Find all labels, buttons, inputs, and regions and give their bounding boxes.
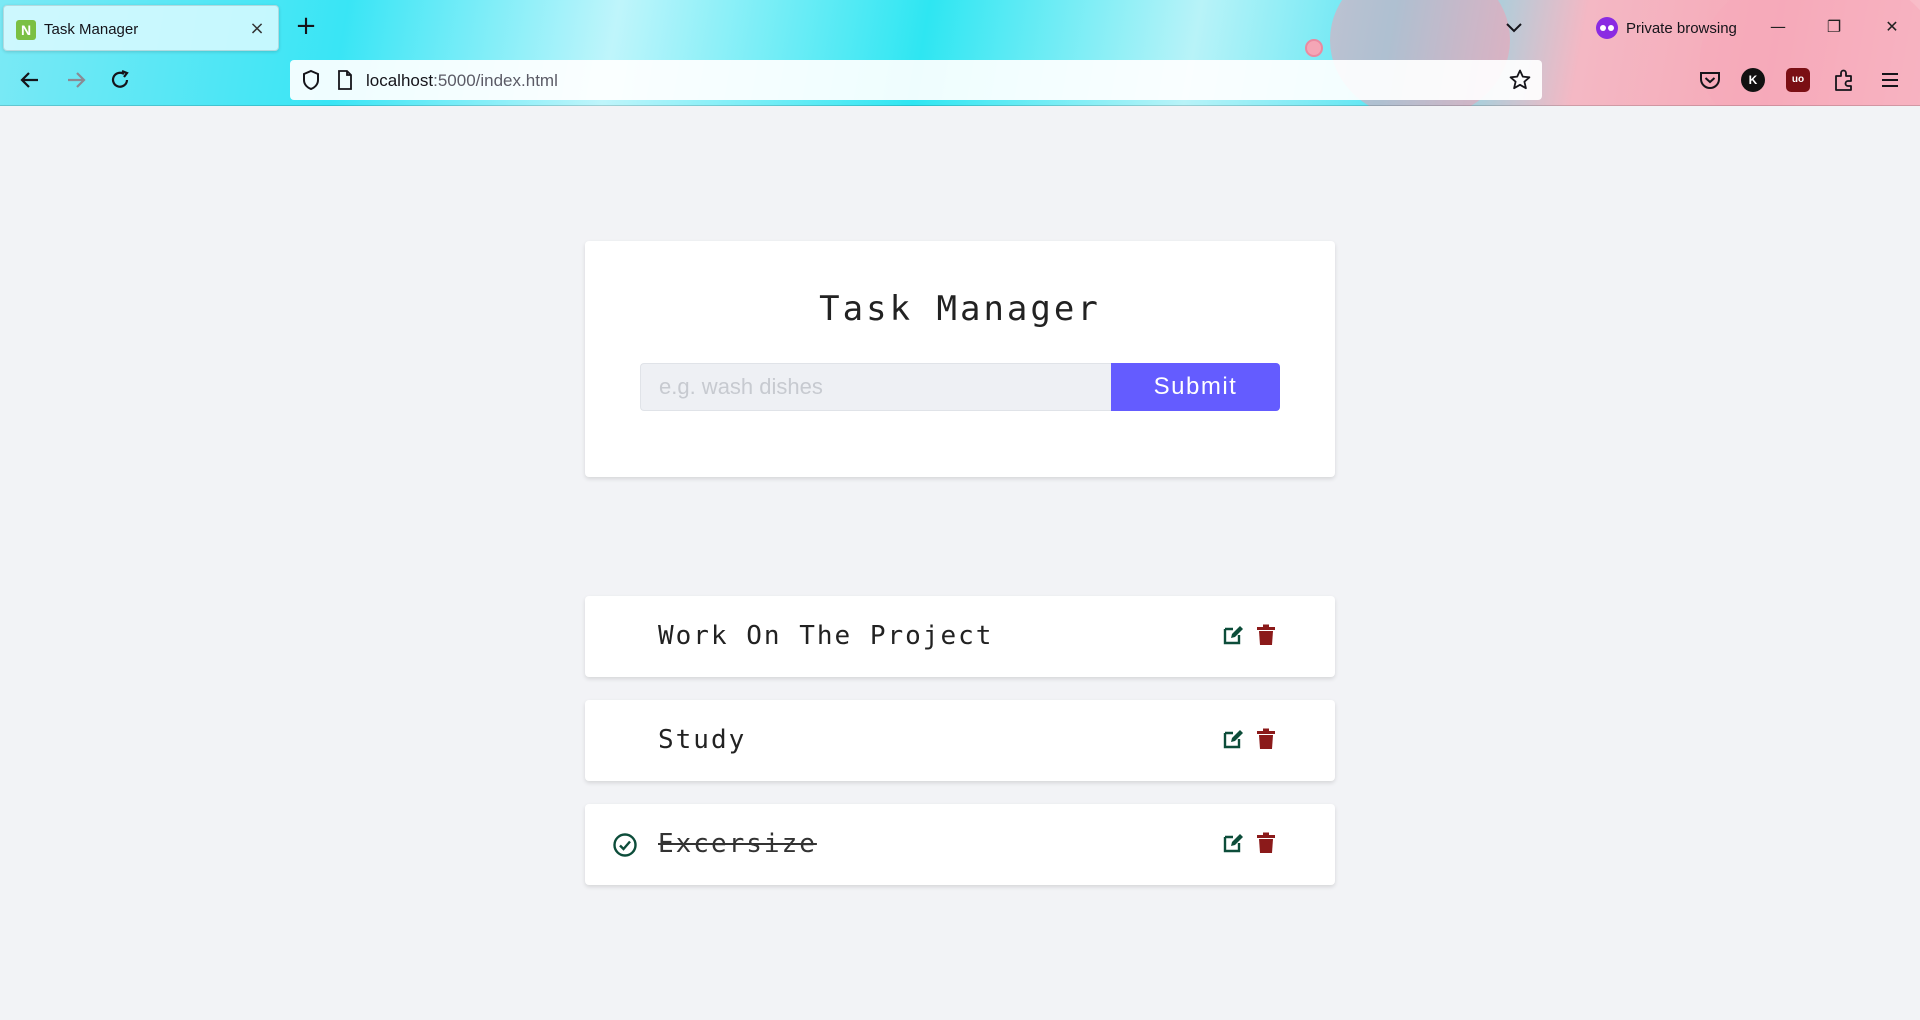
url-host: localhost xyxy=(366,71,434,90)
tab-bar: N Task Manager × + Private browsing — ❐ … xyxy=(0,0,1920,54)
reload-icon[interactable] xyxy=(104,64,136,96)
task-name: Study xyxy=(658,725,747,755)
tab-task-manager[interactable]: N Task Manager × xyxy=(3,5,279,51)
browser-chrome: N Task Manager × + Private browsing — ❐ … xyxy=(0,0,1920,106)
hamburger-menu-icon[interactable] xyxy=(1876,66,1904,94)
edit-icon[interactable] xyxy=(1222,624,1244,646)
private-browsing-indicator: Private browsing xyxy=(1596,16,1737,40)
url-text[interactable]: localhost:5000/index.html xyxy=(366,71,558,91)
trash-icon[interactable] xyxy=(1256,832,1276,854)
page-content: Task Manager Submit Work On The Project … xyxy=(0,106,1920,1020)
restore-icon[interactable]: ❐ xyxy=(1819,12,1849,42)
ublock-origin-icon[interactable]: uo xyxy=(1786,68,1810,92)
private-mask-icon xyxy=(1596,17,1618,39)
nav-bar: localhost:5000/index.html K uo xyxy=(0,54,1920,106)
address-bar[interactable]: localhost:5000/index.html xyxy=(290,60,1542,100)
task-name: Excersize xyxy=(658,829,817,859)
trash-icon[interactable] xyxy=(1256,728,1276,750)
task-item: Excersize xyxy=(585,804,1335,885)
pocket-icon[interactable] xyxy=(1696,66,1724,94)
shield-icon[interactable] xyxy=(300,68,322,92)
close-window-icon[interactable]: ✕ xyxy=(1877,12,1907,42)
check-circle-icon[interactable] xyxy=(612,832,638,858)
tab-list-chevron-icon[interactable] xyxy=(1500,14,1528,42)
minimize-icon[interactable]: — xyxy=(1763,12,1793,42)
task-input[interactable] xyxy=(640,363,1111,411)
bookmark-star-icon[interactable] xyxy=(1508,68,1532,92)
page-title: Task Manager xyxy=(819,289,1101,329)
task-form-card: Task Manager Submit xyxy=(585,241,1335,477)
task-item: Study xyxy=(585,700,1335,781)
forward-arrow-icon[interactable] xyxy=(60,64,92,96)
profile-avatar-icon[interactable]: K xyxy=(1741,68,1765,92)
url-path: :5000/index.html xyxy=(433,71,558,90)
page-icon[interactable] xyxy=(336,69,354,91)
edit-icon[interactable] xyxy=(1222,832,1244,854)
edit-icon[interactable] xyxy=(1222,728,1244,750)
submit-button[interactable]: Submit xyxy=(1111,363,1280,411)
extensions-puzzle-icon[interactable] xyxy=(1830,66,1858,94)
tab-close-icon[interactable]: × xyxy=(246,18,268,40)
favicon-icon: N xyxy=(16,20,36,40)
task-name: Work On The Project xyxy=(658,621,994,651)
task-item: Work On The Project xyxy=(585,596,1335,677)
back-arrow-icon[interactable] xyxy=(14,64,46,96)
tab-title: Task Manager xyxy=(44,21,139,38)
trash-icon[interactable] xyxy=(1256,624,1276,646)
private-browsing-label: Private browsing xyxy=(1626,19,1737,37)
new-tab-button[interactable]: + xyxy=(292,13,320,41)
